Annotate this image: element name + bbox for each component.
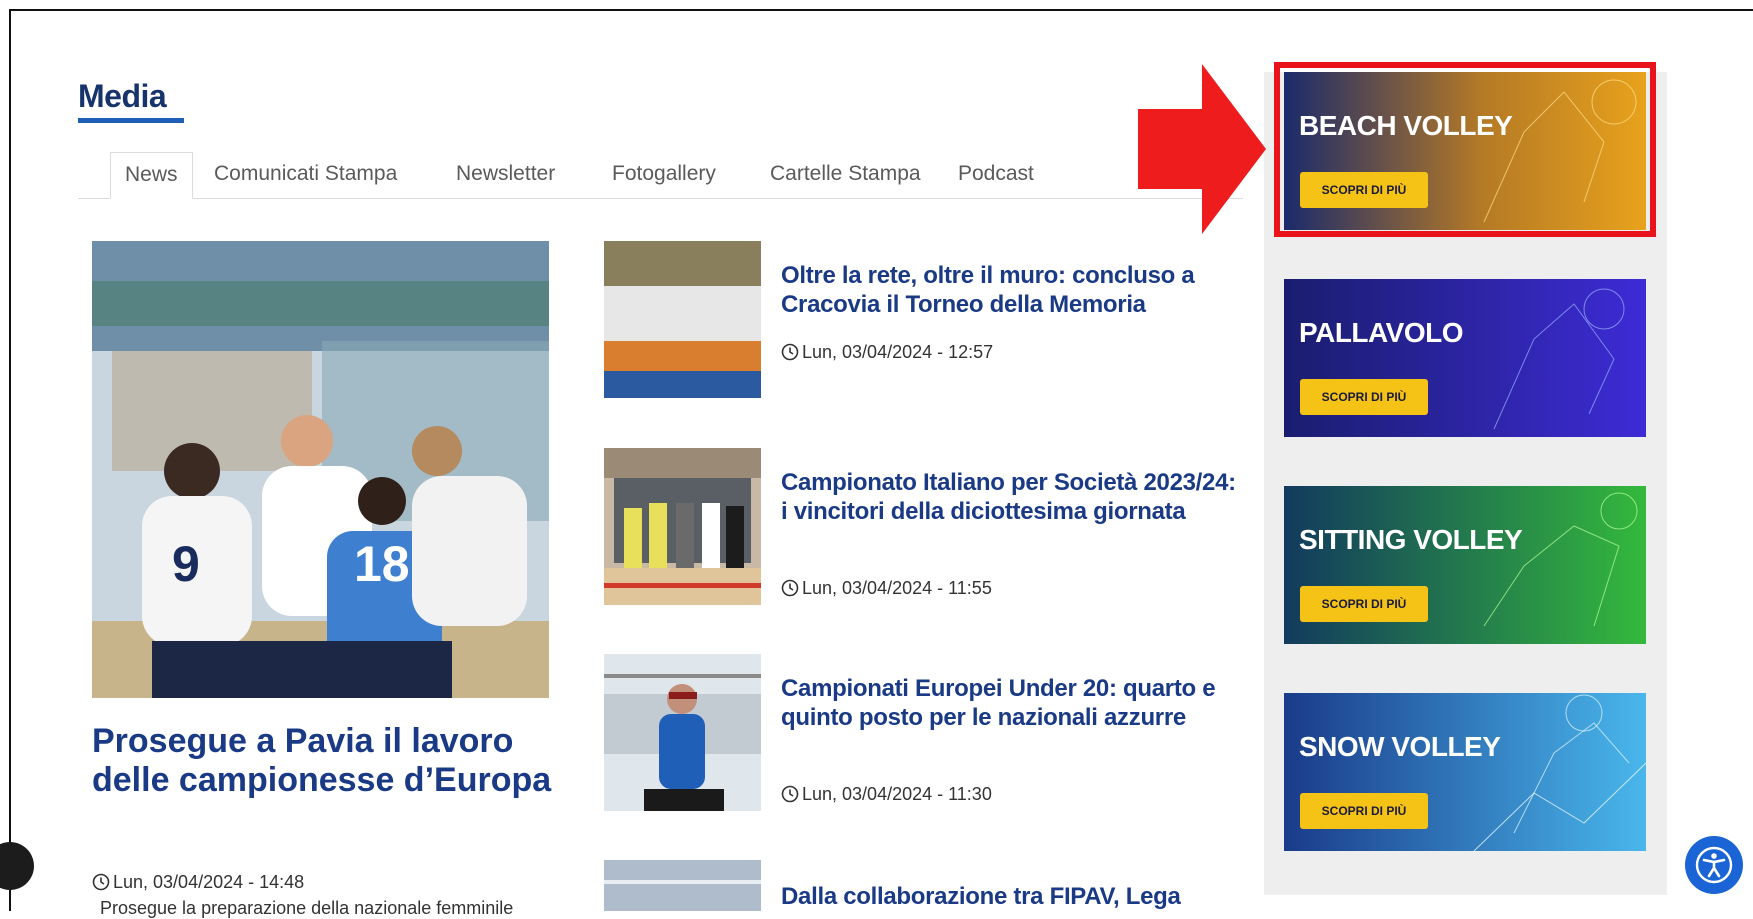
section-title: Media [78, 78, 167, 114]
banner-title: SITTING VOLLEY [1299, 524, 1523, 555]
accessibility-icon [1695, 846, 1733, 884]
news-item[interactable]: Oltre la rete, oltre il muro: concluso a… [604, 241, 1244, 401]
news-item[interactable]: Dalla collaborazione tra FIPAV, Lega [604, 860, 1244, 911]
banner-title: PALLAVOLO [1299, 317, 1464, 348]
news-title[interactable]: Oltre la rete, oltre il muro: concluso a… [781, 261, 1241, 319]
news-thumbnail[interactable] [604, 241, 761, 398]
accessibility-button[interactable] [1685, 836, 1743, 894]
scopri-di-piu-button[interactable]: SCOPRI DI PIÙ [1300, 793, 1428, 829]
news-item[interactable]: Campionati Europei Under 20: quarto e qu… [604, 654, 1244, 814]
clock-icon [92, 873, 110, 896]
hero-title[interactable]: Prosegue a Pavia il lavoro delle campion… [92, 722, 562, 800]
tab-news[interactable]: News [110, 152, 193, 199]
banner-pallavolo[interactable]: PALLAVOLO SCOPRI DI PIÙ [1284, 279, 1646, 437]
hero-excerpt: Prosegue la preparazione della nazionale… [100, 898, 514, 918]
news-thumbnail[interactable] [604, 860, 761, 911]
news-date: Lun, 03/04/2024 - 12:57 [781, 342, 993, 366]
news-date: Lun, 03/04/2024 - 11:55 [781, 578, 992, 602]
clock-icon [781, 343, 799, 366]
section-title-underline [78, 118, 184, 123]
news-title[interactable]: Dalla collaborazione tra FIPAV, Lega [781, 882, 1241, 911]
hero-date-text: Lun, 03/04/2024 - 14:48 [113, 872, 305, 892]
tab-comunicati-stampa[interactable]: Comunicati Stampa [200, 152, 411, 198]
hero-image[interactable]: 9 18 [92, 241, 549, 698]
svg-text:9: 9 [172, 536, 200, 592]
news-title[interactable]: Campionato Italiano per Società 2023/24:… [781, 468, 1241, 526]
clock-icon [781, 785, 799, 808]
media-tabs: News Comunicati Stampa Newsletter Fotoga… [78, 152, 1243, 199]
hero-date: Lun, 03/04/2024 - 14:48 [92, 872, 304, 896]
tab-fotogallery[interactable]: Fotogallery [598, 152, 730, 198]
clock-icon [781, 579, 799, 602]
tab-cartelle-stampa[interactable]: Cartelle Stampa [756, 152, 935, 198]
news-item[interactable]: Campionato Italiano per Società 2023/24:… [604, 448, 1244, 608]
tab-newsletter[interactable]: Newsletter [442, 152, 569, 198]
news-thumbnail[interactable] [604, 654, 761, 811]
news-title[interactable]: Campionati Europei Under 20: quarto e qu… [781, 674, 1241, 732]
banner-title: SNOW VOLLEY [1299, 731, 1501, 762]
banner-snow-volley[interactable]: SNOW VOLLEY SCOPRI DI PIÙ [1284, 693, 1646, 851]
svg-text:18: 18 [354, 536, 410, 592]
red-arrow-icon [1138, 64, 1266, 239]
highlight-box [1274, 62, 1656, 237]
scopri-di-piu-button[interactable]: SCOPRI DI PIÙ [1300, 586, 1428, 622]
news-thumbnail[interactable] [604, 448, 761, 605]
banner-sitting-volley[interactable]: SITTING VOLLEY SCOPRI DI PIÙ [1284, 486, 1646, 644]
news-date: Lun, 03/04/2024 - 11:30 [781, 784, 992, 808]
tab-podcast[interactable]: Podcast [944, 152, 1048, 198]
scopri-di-piu-button[interactable]: SCOPRI DI PIÙ [1300, 379, 1428, 415]
